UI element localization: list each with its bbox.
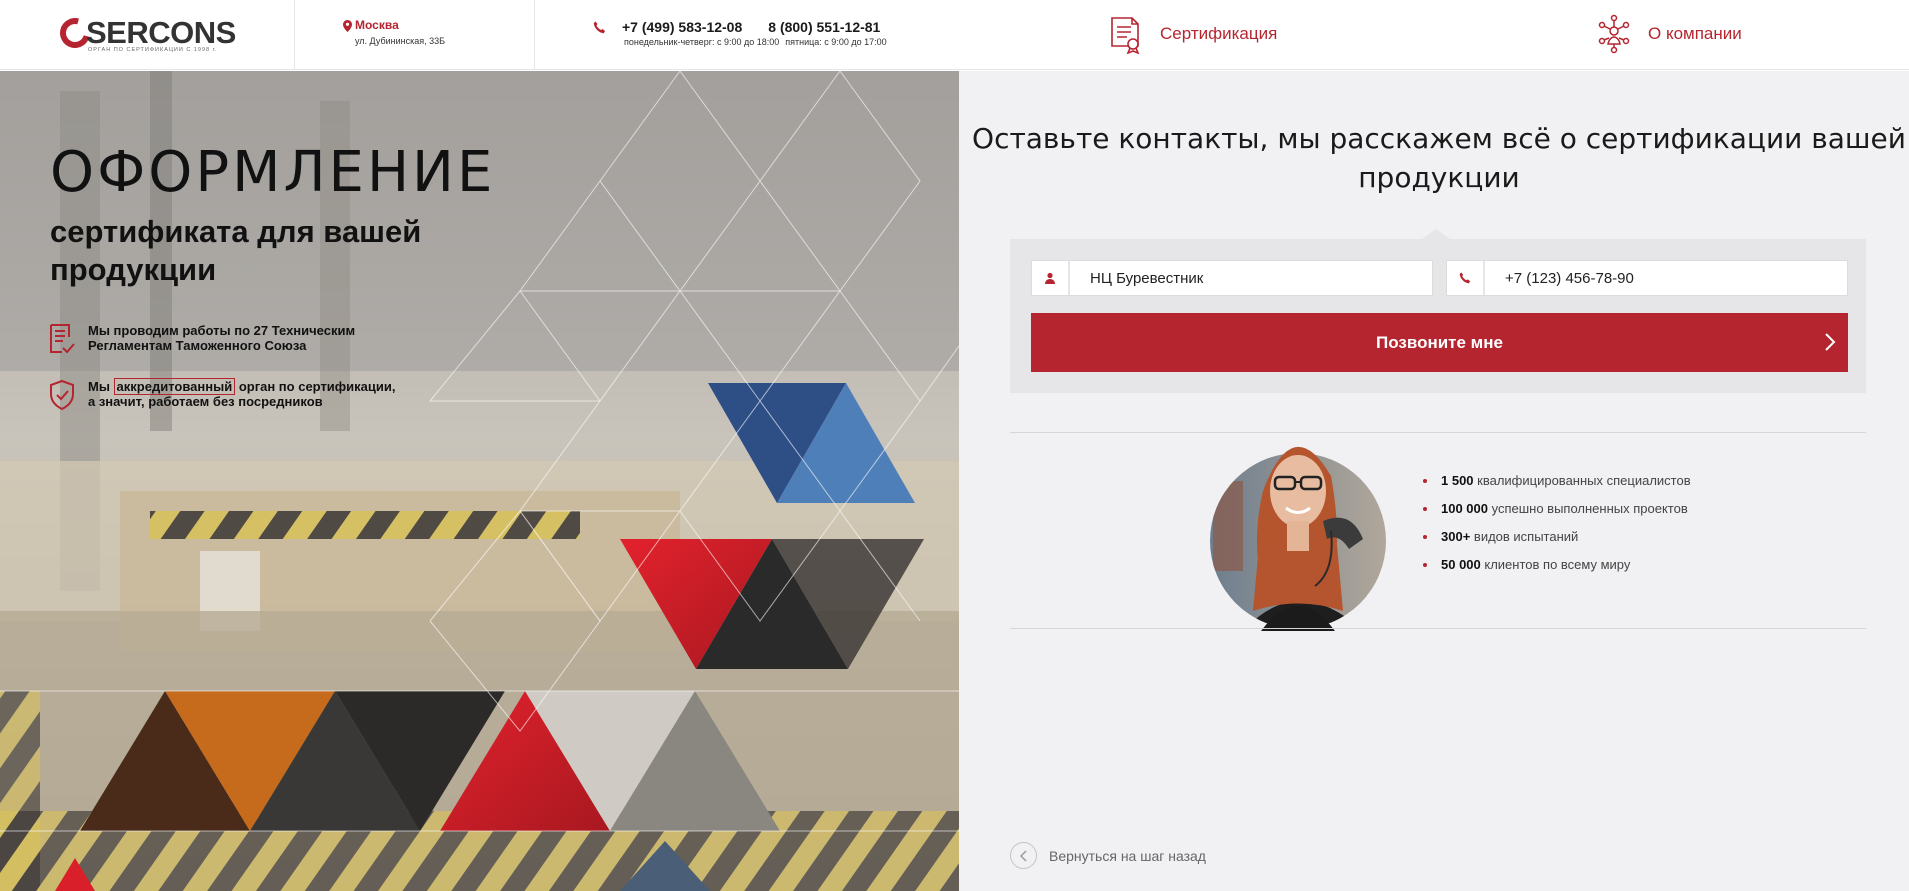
call-me-label: Позвоните мне	[1376, 332, 1503, 352]
nav-about[interactable]: О компании	[1596, 14, 1742, 54]
map-pin-icon	[343, 20, 352, 32]
form-heading: Оставьте контакты, мы расскажем всё о се…	[972, 122, 1906, 194]
stat-item: 1 500 квалифицированных специалистов	[1421, 471, 1691, 499]
nav-certification[interactable]: Сертификация	[1108, 14, 1277, 54]
chevron-right-icon	[1825, 333, 1836, 351]
form-notch	[1422, 229, 1450, 239]
divider	[1010, 432, 1866, 433]
city-link[interactable]: Москва	[355, 18, 445, 32]
phone-field	[1446, 260, 1848, 296]
contact-panel: Оставьте контакты, мы расскажем всё о се…	[959, 71, 1909, 891]
name-input[interactable]	[1070, 261, 1432, 295]
feature-accredited-text: Мы аккредитованный орган по сертификации…	[88, 378, 398, 409]
nav-certification-label: Сертификация	[1160, 24, 1278, 43]
operator-photo	[1210, 446, 1386, 631]
accredited-highlight: аккредитованный	[113, 378, 236, 395]
shield-check-icon	[50, 379, 74, 411]
header-divider	[294, 0, 295, 70]
company-stats: 1 500 квалифицированных специалистов 100…	[1421, 471, 1691, 583]
name-field	[1031, 260, 1433, 296]
feature-accredited-pre: Мы	[88, 379, 114, 394]
user-icon	[1032, 261, 1070, 295]
phone-icon	[593, 21, 605, 34]
feature-accredited: Мы аккредитованный орган по сертификации…	[48, 378, 398, 411]
stat-item: 50 000 клиентов по всему миру	[1421, 555, 1691, 583]
certificate-icon	[1111, 17, 1140, 54]
chevron-left-icon	[1010, 842, 1037, 869]
hours-fri: пятница: с 9:00 до 17:00	[785, 37, 887, 47]
phone-number-moscow[interactable]: +7 (499) 583-12-08	[622, 19, 742, 35]
logo[interactable]: SERCONS ОРГАН ПО СЕРТИФИКАЦИИ С 1998 г.	[54, 12, 236, 54]
feature-regulations-text: Мы проводим работы по 27 Техническим Рег…	[88, 323, 356, 353]
phones-block: +7 (499) 583-12-08 8 (800) 551-12-81 пон…	[593, 19, 887, 47]
location-block: Москва ул. Дубининская, 33Б	[343, 18, 446, 46]
logo-text: SERCONS	[86, 15, 236, 50]
stat-item: 100 000 успешно выполненных проектов	[1421, 499, 1691, 527]
feature-regulations: Мы проводим работы по 27 Техническим Рег…	[48, 323, 398, 355]
hero-subtitle: сертификата для вашей продукции	[50, 214, 422, 287]
header-divider	[534, 0, 535, 70]
nav-about-label: О компании	[1648, 24, 1742, 43]
document-check-icon	[50, 324, 75, 354]
team-network-icon	[1598, 14, 1630, 54]
phone-number-toll-free[interactable]: 8 (800) 551-12-81	[768, 19, 880, 35]
hero-section: ОФОРМЛЕНИЕ сертификата для вашей продукц…	[0, 71, 959, 891]
back-link[interactable]: Вернуться на шаг назад	[1010, 842, 1206, 869]
stat-item: 300+ видов испытаний	[1421, 527, 1691, 555]
hero-title: ОФОРМЛЕНИЕ	[50, 140, 496, 205]
phone-icon	[1447, 261, 1485, 295]
divider	[1010, 628, 1866, 629]
hours-mon-thu: понедельник-четверг: с 9:00 до 18:00	[624, 37, 780, 47]
logo-tagline: ОРГАН ПО СЕРТИФИКАЦИИ С 1998 г.	[88, 47, 218, 53]
callback-form: Позвоните мне	[1010, 229, 1866, 393]
phone-input[interactable]	[1485, 261, 1847, 295]
back-link-label: Вернуться на шаг назад	[1049, 847, 1206, 864]
address: ул. Дубининская, 33Б	[355, 36, 446, 46]
call-me-button[interactable]: Позвоните мне	[1031, 313, 1848, 372]
site-header: SERCONS ОРГАН ПО СЕРТИФИКАЦИИ С 1998 г. …	[0, 0, 1909, 70]
